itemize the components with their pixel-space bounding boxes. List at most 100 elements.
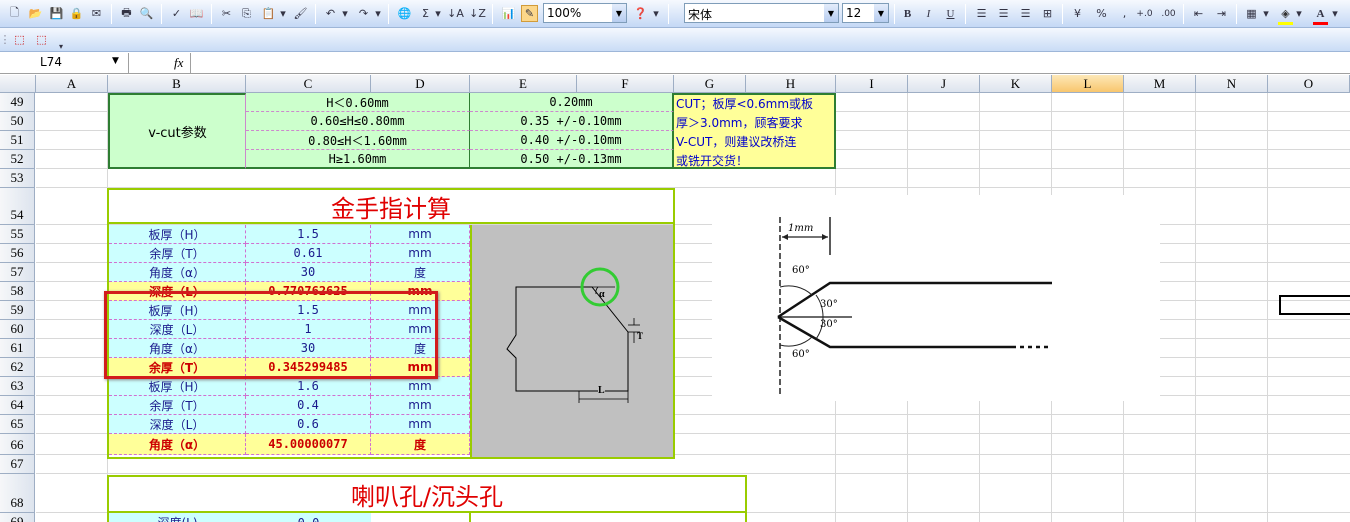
row-header-63[interactable]: 63 xyxy=(0,377,35,396)
gold-row-label[interactable]: 余厚（T） xyxy=(109,244,246,263)
row-header-50[interactable]: 50 xyxy=(0,112,35,131)
gold-row-unit[interactable]: mm xyxy=(371,396,470,415)
gold-row-unit[interactable]: mm xyxy=(371,415,470,434)
redo-icon[interactable]: ↷ xyxy=(355,5,372,22)
font-size-select[interactable]: 12 ▼ xyxy=(842,3,889,23)
gold-row-unit[interactable]: mm xyxy=(371,358,470,377)
column-header-k[interactable]: K xyxy=(980,75,1052,93)
chart-wizard-icon[interactable]: 📊 xyxy=(500,5,517,22)
horn-row-value[interactable]: 0.0 xyxy=(246,513,371,522)
row-header-62[interactable]: 62 xyxy=(0,358,35,377)
sort-descending-icon[interactable]: ↓Z xyxy=(469,5,486,22)
increase-indent-icon[interactable]: ⇥ xyxy=(1213,5,1230,22)
align-left-icon[interactable]: ☰ xyxy=(973,5,990,22)
font-name-select[interactable]: 宋体 ▼ xyxy=(684,3,839,23)
gold-row-unit[interactable]: mm xyxy=(371,320,470,339)
borders-dropdown-icon[interactable]: ▾ xyxy=(1261,5,1271,22)
gold-row-value[interactable]: 30 xyxy=(246,339,371,358)
gold-row-label[interactable]: 余厚（T） xyxy=(109,396,246,415)
paste-icon[interactable]: 📋 xyxy=(260,5,277,22)
vcut-note-cell[interactable]: CUT；板厚<0.6mm或板 厚＞3.0mm，顾客要求 V-CUT，则建议改桥连… xyxy=(674,93,836,169)
gold-row-label[interactable]: 深度（L） xyxy=(109,320,246,339)
gold-row-value[interactable]: 1.5 xyxy=(246,301,371,320)
zoom-select[interactable]: 100% ▼ xyxy=(543,3,627,23)
horn-row-label[interactable]: 深度(L) xyxy=(107,513,246,522)
row-header-53[interactable]: 53 xyxy=(0,169,35,188)
gold-row-unit[interactable]: 度 xyxy=(371,434,470,455)
paste-dropdown-icon[interactable]: ▾ xyxy=(278,5,288,22)
row-header-65[interactable]: 65 xyxy=(0,415,35,434)
row-header-64[interactable]: 64 xyxy=(0,396,35,415)
gold-row-label[interactable]: 余厚（T） xyxy=(109,358,246,377)
row-header-58[interactable]: 58 xyxy=(0,282,35,301)
column-header-a[interactable]: A xyxy=(36,75,108,93)
column-header-h[interactable]: H xyxy=(746,75,836,93)
font-color-dropdown-icon[interactable]: ▾ xyxy=(1330,5,1340,22)
row-header-51[interactable]: 51 xyxy=(0,131,35,150)
gold-row-unit[interactable]: 度 xyxy=(371,339,470,358)
underline-icon[interactable]: U xyxy=(942,5,959,22)
align-center-icon[interactable]: ☰ xyxy=(995,5,1012,22)
sort-ascending-icon[interactable]: ↓A xyxy=(447,5,464,22)
row-header-54[interactable]: 54 xyxy=(0,188,35,225)
currency-icon[interactable]: ¥ xyxy=(1069,5,1086,22)
gold-row-unit[interactable]: mm xyxy=(371,244,470,263)
vcut-range-3[interactable]: 0.80≤H＜1.60mm xyxy=(246,131,470,150)
row-header-69[interactable]: 69 xyxy=(0,513,35,522)
gold-row-value[interactable]: 0.6 xyxy=(246,415,371,434)
formula-input[interactable] xyxy=(190,53,1350,73)
row-header-57[interactable]: 57 xyxy=(0,263,35,282)
format-painter-icon[interactable]: 🖌 xyxy=(292,5,309,22)
column-header-n[interactable]: N xyxy=(1196,75,1268,93)
decrease-indent-icon[interactable]: ⇤ xyxy=(1190,5,1207,22)
redo-dropdown-icon[interactable]: ▾ xyxy=(373,5,383,22)
column-header-o[interactable]: O xyxy=(1268,75,1350,93)
row-header-67[interactable]: 67 xyxy=(0,455,35,474)
spelling-icon[interactable]: ✓ xyxy=(168,5,185,22)
column-header-i[interactable]: I xyxy=(836,75,908,93)
gold-row-label[interactable]: 板厚（H） xyxy=(109,301,246,320)
column-header-d[interactable]: D xyxy=(371,75,470,93)
new-icon[interactable]: 🗋 xyxy=(6,5,23,22)
column-header-c[interactable]: C xyxy=(246,75,371,93)
fill-color-icon[interactable]: ◈ xyxy=(1277,5,1294,22)
row-header-49[interactable]: 49 xyxy=(0,93,35,112)
italic-icon[interactable]: I xyxy=(920,5,937,22)
column-header-m[interactable]: M xyxy=(1124,75,1196,93)
bold-icon[interactable]: B xyxy=(899,5,916,22)
row-header-55[interactable]: 55 xyxy=(0,225,35,244)
gold-row-value[interactable]: 0.4 xyxy=(246,396,371,415)
pdf-convert-icon[interactable]: ⬚ xyxy=(11,31,28,48)
email-icon[interactable]: ✉ xyxy=(88,5,105,22)
zoom-dropdown-icon[interactable]: ▼ xyxy=(612,4,626,22)
gold-row-unit[interactable]: mm xyxy=(371,377,470,396)
gold-row-label[interactable]: 角度（α） xyxy=(109,339,246,358)
borders-icon[interactable]: ▦ xyxy=(1243,5,1260,22)
merge-center-icon[interactable]: ⊞ xyxy=(1039,5,1056,22)
copy-icon[interactable]: ⎘ xyxy=(238,5,255,22)
column-header-f[interactable]: F xyxy=(577,75,674,93)
autosum-icon[interactable]: Σ xyxy=(417,5,434,22)
align-right-icon[interactable]: ☰ xyxy=(1017,5,1034,22)
percent-icon[interactable]: % xyxy=(1093,5,1110,22)
vcut-value-3[interactable]: 0.40 +/-0.10mm xyxy=(470,131,674,150)
column-header-g[interactable]: G xyxy=(674,75,746,93)
row-header-66[interactable]: 66 xyxy=(0,434,35,455)
row-header-56[interactable]: 56 xyxy=(0,244,35,263)
gold-row-label[interactable]: 板厚（H） xyxy=(109,225,246,244)
decrease-decimal-icon[interactable]: .00 xyxy=(1160,5,1177,22)
row-header-52[interactable]: 52 xyxy=(0,150,35,169)
column-header-l[interactable]: L xyxy=(1052,75,1124,93)
row-header-68[interactable]: 68 xyxy=(0,474,35,513)
vcut-range-4[interactable]: H≥1.60mm xyxy=(246,150,470,169)
drawing-icon[interactable]: ✎ xyxy=(521,5,538,22)
gold-row-value[interactable]: 0.345299485 xyxy=(246,358,371,377)
gold-row-unit[interactable]: mm xyxy=(371,225,470,244)
gold-row-value[interactable]: 1.6 xyxy=(246,377,371,396)
name-box-dropdown-icon[interactable]: ▼ xyxy=(112,56,119,66)
font-name-dropdown-icon[interactable]: ▼ xyxy=(824,4,838,22)
vcut-value-2[interactable]: 0.35 +/-0.10mm xyxy=(470,112,674,131)
gold-row-value[interactable]: 45.00000077 xyxy=(246,434,371,455)
autosum-dropdown-icon[interactable]: ▾ xyxy=(433,5,443,22)
row-header-59[interactable]: 59 xyxy=(0,301,35,320)
